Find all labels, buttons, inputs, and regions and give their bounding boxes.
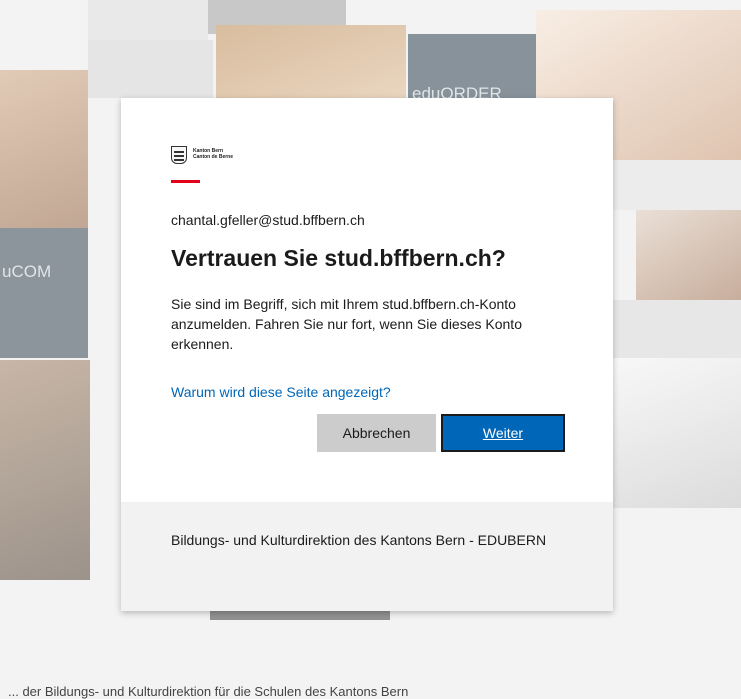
cancel-button[interactable]: Abbrechen (317, 414, 436, 452)
trust-domain-dialog: Kanton Bern Canton de Berne chantal.gfel… (121, 98, 613, 611)
logo-line2: Canton de Berne (193, 154, 234, 160)
dialog-footer: Bildungs- und Kulturdirektion des Kanton… (121, 502, 613, 611)
organization-name: Bildungs- und Kulturdirektion des Kanton… (171, 532, 547, 548)
dialog-title: Vertrauen Sie stud.bffbern.ch? (171, 245, 506, 271)
account-email: chantal.gfeller@stud.bffbern.ch (171, 212, 365, 228)
page-footer-text: ... der Bildungs- und Kulturdirektion fü… (8, 684, 409, 699)
dialog-description: Sie sind im Begriff, sich mit Ihrem stud… (171, 296, 522, 352)
next-button[interactable]: Weiter (441, 414, 565, 452)
why-this-page-link[interactable]: Warum wird diese Seite angezeigt? (171, 384, 391, 400)
kanton-bern-logo: Kanton Bern Canton de Berne (171, 146, 281, 176)
logo-accent-bar (171, 180, 200, 183)
bern-crest-icon (171, 146, 187, 164)
